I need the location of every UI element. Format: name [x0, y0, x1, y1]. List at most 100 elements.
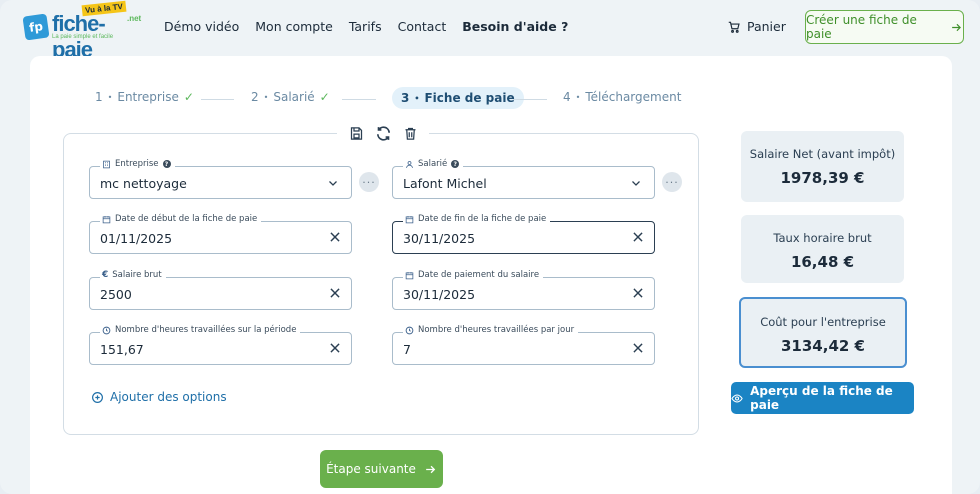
logo-net: .net: [127, 14, 142, 23]
heures-periode-value: 151,67: [100, 342, 144, 357]
heures-jour-field[interactable]: Nombre d'heures travaillées par jour 7: [392, 325, 655, 365]
add-options-label: Ajouter des options: [110, 390, 227, 404]
step-label: Téléchargement: [585, 90, 682, 104]
save-icon[interactable]: [349, 126, 364, 141]
salaire-brut-field[interactable]: € Salaire brut 2500: [89, 270, 352, 310]
entreprise-value: mc nettoyage: [100, 176, 187, 191]
nav-contact[interactable]: Contact: [398, 19, 447, 34]
hourly-rate-card: Taux horaire brut 16,48 €: [741, 215, 904, 283]
employer-cost-value: 3134,42 €: [781, 337, 865, 355]
salaire-brut-label: € Salaire brut: [100, 270, 166, 280]
building-icon: [103, 160, 110, 168]
step-label: Salarié: [273, 90, 315, 104]
step-fiche-de-paie[interactable]: 3 • Fiche de paie: [392, 87, 524, 109]
next-step-label: Étape suivante: [326, 462, 416, 476]
heures-jour-label: Nombre d'heures travaillées par jour: [403, 325, 579, 335]
date-fin-value: 30/11/2025: [403, 231, 476, 246]
eye-icon: [731, 393, 743, 403]
step-separator-dot: •: [107, 92, 113, 102]
salarie-label: Salarié ?: [403, 159, 464, 169]
info-icon[interactable]: ?: [451, 160, 460, 168]
hourly-rate-value: 16,48 €: [790, 253, 855, 271]
create-payslip-button[interactable]: Créer une fiche de paie: [805, 10, 964, 44]
net-salary-value: 1978,39 €: [780, 169, 865, 187]
heures-periode-field[interactable]: Nombre d'heures travaillées sur la pério…: [89, 325, 352, 365]
check-icon: ✓: [183, 90, 194, 104]
arrow-right-icon: [426, 465, 436, 473]
clear-icon[interactable]: [631, 230, 645, 244]
form-toolbar: [337, 122, 429, 144]
chevron-down-icon[interactable]: [327, 177, 339, 189]
next-step-button[interactable]: Étape suivante: [320, 450, 443, 488]
logo[interactable]: fp fiche-paie Vu à la TV .net La paie si…: [22, 0, 142, 62]
add-options-link[interactable]: Ajouter des options: [91, 390, 227, 404]
user-icon: [406, 160, 413, 168]
clock-icon: [102, 326, 111, 334]
date-debut-label-text: Date de début de la fiche de paie: [115, 214, 258, 224]
step-label: Fiche de paie: [424, 91, 515, 105]
date-fin-label: Date de fin de la fiche de paie: [403, 214, 551, 224]
step-connector: [513, 99, 547, 100]
date-fin-label-text: Date de fin de la fiche de paie: [418, 214, 547, 224]
calendar-icon: [405, 271, 414, 279]
cart-label: Panier: [747, 19, 786, 34]
nav-mon-compte[interactable]: Mon compte: [255, 19, 333, 34]
clear-icon[interactable]: [631, 341, 645, 355]
logo-badge: fp: [22, 13, 50, 41]
entreprise-label-text: Entreprise: [115, 159, 159, 169]
entreprise-more-button[interactable]: ···: [359, 172, 379, 192]
step-separator-dot: •: [575, 92, 581, 102]
step-entreprise[interactable]: 1 • Entreprise ✓: [95, 90, 194, 104]
info-icon[interactable]: ?: [162, 160, 171, 168]
cart-link[interactable]: Panier: [727, 19, 786, 34]
step-telechargement[interactable]: 4 • Téléchargement: [563, 90, 681, 104]
page: fp fiche-paie Vu à la TV .net La paie si…: [0, 0, 980, 494]
salaire-brut-value: 2500: [100, 287, 132, 302]
nav-demo-video[interactable]: Démo vidéo: [164, 19, 239, 34]
step-number: 3: [401, 91, 410, 105]
entreprise-label: Entreprise ?: [100, 159, 175, 169]
chevron-down-icon[interactable]: [630, 177, 642, 189]
date-paiement-label: Date de paiement du salaire: [403, 270, 544, 280]
date-paiement-label-text: Date de paiement du salaire: [418, 270, 540, 280]
date-debut-label: Date de début de la fiche de paie: [100, 214, 262, 224]
salarie-label-text: Salarié: [418, 159, 448, 169]
main-nav: Démo vidéo Mon compte Tarifs Contact Bes…: [164, 19, 584, 34]
date-fin-field[interactable]: Date de fin de la fiche de paie 30/11/20…: [392, 214, 655, 254]
step-connector: [342, 99, 376, 100]
clear-icon[interactable]: [328, 230, 342, 244]
date-debut-field[interactable]: Date de début de la fiche de paie 01/11/…: [89, 214, 352, 254]
heures-jour-value: 7: [403, 342, 411, 357]
nav-aide[interactable]: Besoin d'aide ?: [462, 19, 568, 34]
step-salarie[interactable]: 2 • Salarié ✓: [251, 90, 330, 104]
preview-payslip-button[interactable]: Aperçu de la fiche de paie: [731, 382, 914, 414]
entreprise-select[interactable]: Entreprise ? mc nettoyage: [89, 159, 352, 199]
calendar-icon: [405, 215, 414, 223]
date-paiement-value: 30/11/2025: [403, 287, 476, 302]
salarie-more-button[interactable]: ···: [662, 172, 682, 192]
check-icon: ✓: [319, 90, 330, 104]
nav-tarifs[interactable]: Tarifs: [349, 19, 382, 34]
refresh-icon[interactable]: [375, 125, 392, 142]
step-separator-dot: •: [414, 93, 420, 103]
plus-circle-icon: [92, 391, 103, 403]
step-label: Entreprise: [117, 90, 179, 104]
salarie-value: Lafont Michel: [403, 176, 487, 191]
clear-icon[interactable]: [328, 341, 342, 355]
step-number: 2: [251, 90, 259, 104]
trash-icon[interactable]: [403, 126, 418, 141]
calendar-icon: [102, 215, 111, 223]
employer-cost-title: Coût pour l'entreprise: [760, 315, 886, 329]
step-separator-dot: •: [263, 92, 269, 102]
date-paiement-field[interactable]: Date de paiement du salaire 30/11/2025: [392, 270, 655, 310]
date-debut-value: 01/11/2025: [100, 231, 173, 246]
employer-cost-card: Coût pour l'entreprise 3134,42 €: [739, 297, 907, 368]
step-number: 4: [563, 90, 571, 104]
step-connector: [201, 99, 234, 100]
clear-icon[interactable]: [631, 286, 645, 300]
salarie-select[interactable]: Salarié ? Lafont Michel: [392, 159, 655, 199]
net-salary-title: Salaire Net (avant impôt): [749, 147, 896, 161]
clear-icon[interactable]: [328, 286, 342, 300]
heures-periode-label-text: Nombre d'heures travaillées sur la pério…: [115, 325, 297, 335]
heures-jour-label-text: Nombre d'heures travaillées par jour: [418, 325, 575, 335]
